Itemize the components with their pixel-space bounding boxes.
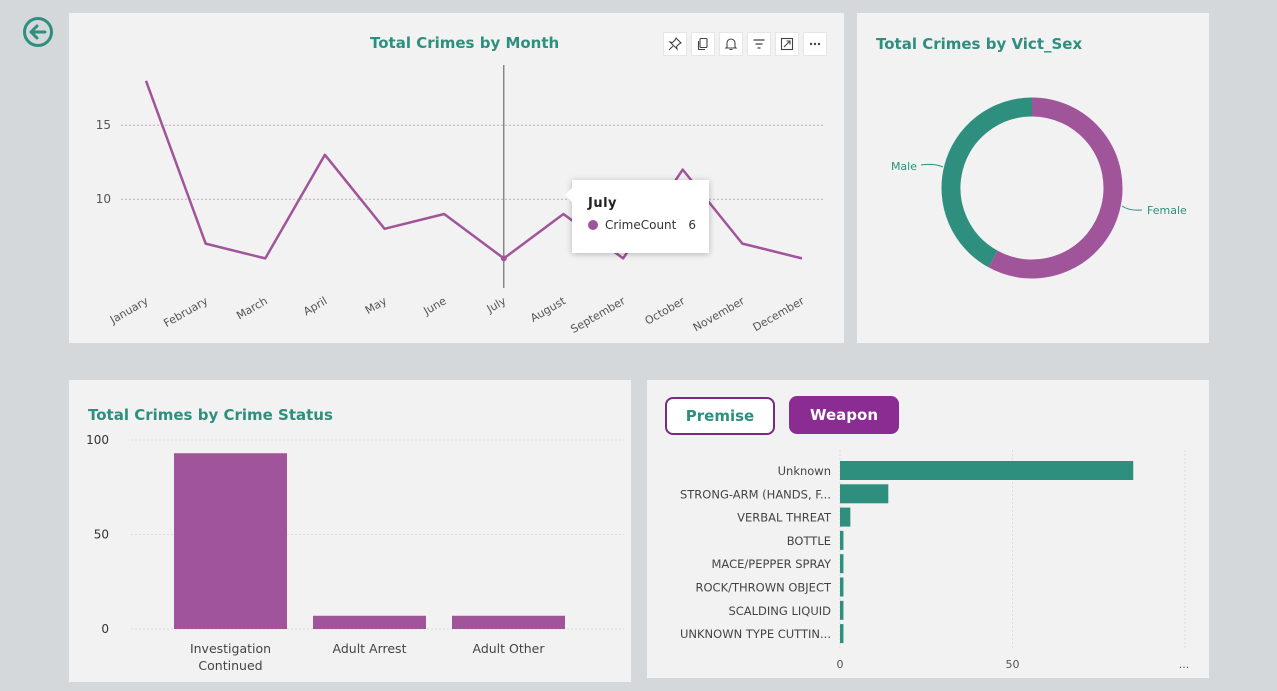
weapon-bar[interactable] — [840, 577, 844, 597]
tooltip-row: CrimeCount 6 — [588, 218, 709, 232]
y-tick-label: VERBAL THREAT — [737, 511, 832, 525]
y-tick-label: 50 — [94, 528, 109, 542]
status-bar[interactable] — [452, 615, 565, 629]
weapon-bar[interactable] — [840, 600, 844, 620]
y-tick-label: ROCK/THROWN OBJECT — [696, 581, 832, 595]
weapon-bar[interactable] — [840, 554, 844, 574]
slice-label-male: Male — [891, 160, 917, 173]
y-tick-label: 10 — [96, 192, 111, 206]
weapon-bar[interactable] — [840, 624, 844, 644]
series-color-dot — [588, 220, 598, 230]
x-tick-label: November — [691, 294, 747, 334]
back-arrow-icon — [23, 17, 53, 47]
leader-line — [920, 163, 944, 168]
donut-slice-male[interactable] — [941, 97, 1033, 268]
x-tick-label: 0 — [837, 658, 844, 671]
status-bar[interactable] — [174, 453, 287, 629]
vict-sex-donut-chart[interactable]: Female Male — [857, 13, 1209, 343]
x-tick-label: December — [751, 294, 807, 334]
weapon-bar[interactable] — [840, 507, 851, 527]
y-tick-label: UNKNOWN TYPE CUTTIN... — [680, 627, 831, 641]
crime-status-bar-chart[interactable]: 0 50 100 Investigation Continued Adult Arrest… — [69, 380, 631, 682]
x-tick-more: ... — [1179, 658, 1190, 671]
weapon-bar[interactable] — [840, 530, 844, 550]
tooltip-series-name: CrimeCount — [605, 218, 677, 232]
y-tick-label: 0 — [101, 622, 109, 636]
month-chart-panel[interactable]: Total Crimes by Month 10 15 January Februar… — [69, 13, 844, 343]
weapon-bar-chart[interactable]: 0 50 ... Unknown STRONG-ARM (HANDS, F... VERB… — [647, 380, 1209, 678]
x-tick-label: June — [421, 294, 449, 318]
x-tick-label: Adult Arrest — [333, 641, 407, 656]
weapon-bar[interactable] — [840, 461, 1134, 480]
x-tick-label: Continued — [198, 658, 262, 673]
x-tick-label: Adult Other — [472, 641, 545, 656]
vict-sex-panel[interactable]: Total Crimes by Vict_Sex Female Male — [857, 13, 1209, 343]
leader-line — [1121, 205, 1143, 211]
x-tick-label: March — [234, 294, 270, 322]
x-tick-label: February — [161, 294, 210, 330]
x-tick-label: January — [107, 294, 151, 327]
weapon-bar[interactable] — [840, 484, 889, 504]
weapon-panel[interactable]: Premise Weapon 0 50... Unknown STRONG-ARM (… — [647, 380, 1209, 678]
x-tick-label: Investigation — [190, 641, 271, 656]
x-tick-label: October — [643, 294, 688, 328]
x-tick-label: July — [484, 294, 509, 316]
y-tick-label: STRONG-ARM (HANDS, F... — [680, 487, 831, 501]
back-button[interactable] — [22, 16, 54, 48]
donut-slice-female[interactable] — [988, 97, 1123, 279]
x-tick-label: April — [301, 294, 329, 318]
y-tick-label: 100 — [86, 433, 109, 447]
month-line-chart[interactable]: 10 15 January February March April May June July… — [69, 13, 844, 343]
y-tick-label: BOTTLE — [787, 534, 831, 548]
x-tick-label: May — [363, 294, 390, 317]
x-tick-label: August — [528, 294, 568, 325]
chart-tooltip: July CrimeCount 6 — [565, 180, 709, 253]
y-tick-label: 15 — [96, 118, 111, 132]
tooltip-value: 6 — [688, 218, 696, 232]
tooltip-month: July — [588, 196, 618, 211]
y-tick-label: MACE/PEPPER SPRAY — [712, 557, 832, 571]
y-tick-label: SCALDING LIQUID — [728, 604, 831, 618]
crime-status-panel[interactable]: Total Crimes by Crime Status 0 50 100 Inves… — [69, 380, 631, 682]
x-tick-label: September — [568, 294, 628, 336]
y-tick-label: Unknown — [778, 464, 831, 478]
data-point[interactable] — [500, 255, 507, 262]
status-bar[interactable] — [313, 615, 426, 629]
slice-label-female: Female — [1147, 204, 1187, 217]
x-tick-label: 50 — [1006, 658, 1020, 671]
